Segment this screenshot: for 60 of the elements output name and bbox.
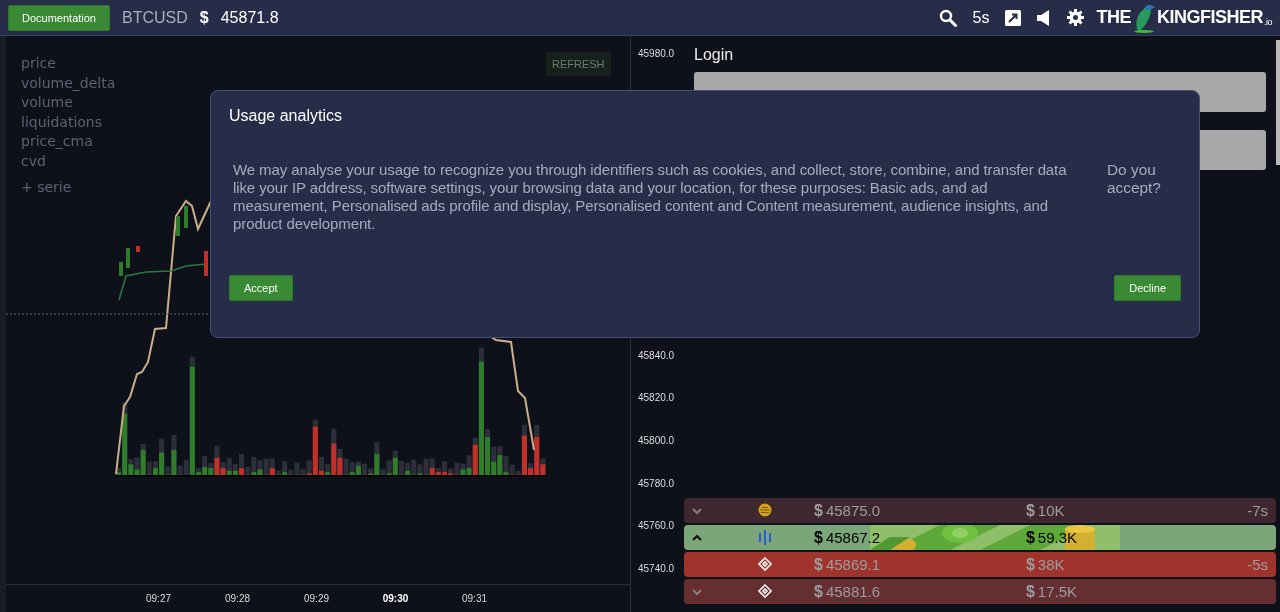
expand-icon[interactable] xyxy=(1005,9,1022,26)
current-price: 45871.8 xyxy=(220,8,279,27)
price-label: 45980.0 xyxy=(638,48,676,60)
series-label[interactable]: liquidations xyxy=(21,112,116,132)
trade-price: 45875.0 xyxy=(825,502,882,519)
trade-amount: 10K xyxy=(1037,502,1066,519)
decline-button[interactable]: Decline xyxy=(1114,275,1181,301)
speaker-icon[interactable] xyxy=(1037,9,1052,26)
series-label[interactable]: volume xyxy=(21,93,116,113)
scrollbar[interactable] xyxy=(1276,40,1280,165)
dialog-title: Usage analytics xyxy=(229,107,343,125)
time-label: 09:30 xyxy=(381,593,410,604)
refresh-button[interactable]: REFRESH xyxy=(546,52,611,76)
documentation-button[interactable]: Documentation xyxy=(8,4,110,31)
currency-symbol: $ xyxy=(1025,501,1035,520)
add-series-link[interactable]: + serie xyxy=(21,178,116,198)
trade-age: -5s xyxy=(1247,556,1268,573)
currency-symbol: $ xyxy=(814,528,823,547)
trade-amount: 17.5K xyxy=(1037,583,1078,600)
currency-symbol: $ xyxy=(814,582,823,601)
price-label: 45840.0 xyxy=(638,349,676,363)
series-label[interactable]: cvd xyxy=(21,151,116,171)
search-icon[interactable] xyxy=(938,8,957,27)
trade-price: 45881.6 xyxy=(825,583,882,600)
price-label: 45740.0 xyxy=(638,563,676,575)
chevron-up-icon[interactable] xyxy=(692,532,702,543)
bird-icon xyxy=(1131,2,1156,33)
login-heading: Login xyxy=(694,46,735,64)
series-label[interactable]: price_cma xyxy=(21,132,116,152)
trade-age: -7s xyxy=(1247,502,1268,519)
price-label: 45820.0 xyxy=(638,392,676,406)
chevron-down-icon[interactable] xyxy=(692,586,702,597)
time-label: 09:31 xyxy=(461,593,488,604)
time-label: 09:28 xyxy=(224,593,251,604)
logo-text: THE xyxy=(1096,7,1131,28)
trade-price: 45867.2 xyxy=(825,529,882,546)
time-label: 09:29 xyxy=(303,593,330,604)
currency-symbol: $ xyxy=(814,555,823,574)
currency-symbol: $ xyxy=(814,501,823,520)
price-label: 45800.0 xyxy=(638,434,676,448)
trade-price: 45869.1 xyxy=(825,556,882,573)
settings-icon[interactable] xyxy=(1067,9,1085,26)
price-label: 45780.0 xyxy=(638,477,676,491)
dialog-question: Do you accept? xyxy=(1107,161,1162,198)
currency-symbol: $ xyxy=(1025,555,1035,574)
series-label[interactable]: price xyxy=(21,54,116,74)
currency-symbol: $ xyxy=(1025,528,1035,547)
logo-text: KINGFISHER xyxy=(1156,7,1263,28)
currency-symbol: $ xyxy=(199,8,209,27)
dialog-message: We may analyse your usage to recognize you through identifiers such as cookies, and collect, store, combine, and transfer data like your IP address, software settings, your browsing data and your location, for these purposes: Basic ads, and ad measurement, Personalised ads profile and display, Personalised content and Content measurement, audience insights, and product development. xyxy=(233,161,1068,233)
logo-suffix: .io xyxy=(1264,16,1272,27)
price-label: 45760.0 xyxy=(638,520,676,534)
chevron-down-icon[interactable] xyxy=(692,505,702,516)
trade-amount: 38K xyxy=(1037,556,1066,573)
currency-symbol: $ xyxy=(1025,582,1035,601)
accept-button[interactable]: Accept xyxy=(229,275,293,301)
interval-button[interactable]: 5s xyxy=(972,8,990,27)
series-label[interactable]: volume_delta xyxy=(21,73,116,93)
market-symbol: BTCUSD xyxy=(122,8,188,27)
time-label: 09:27 xyxy=(145,593,172,604)
